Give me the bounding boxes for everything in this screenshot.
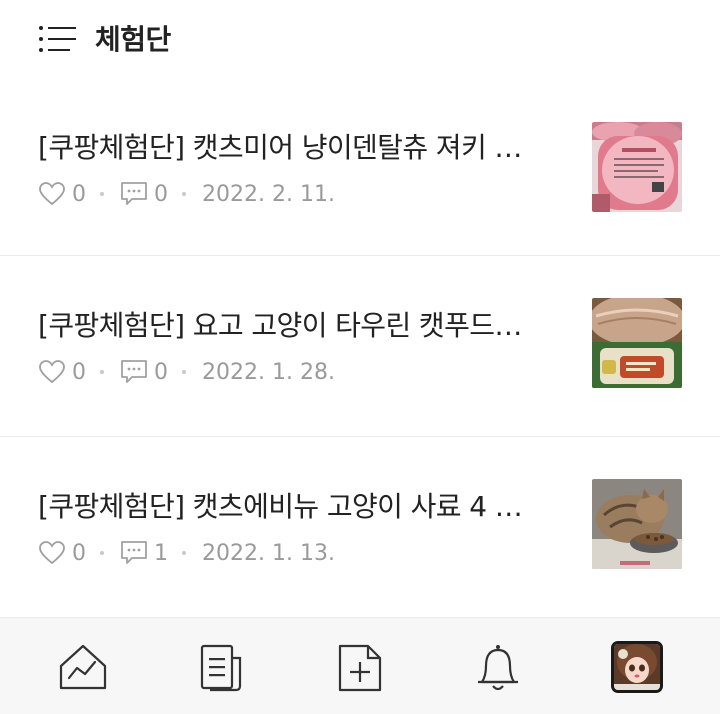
post-item[interactable]: [쿠팡체험단] 요고 고양이 타우린 캣푸드… 0 0 2022. 1. 28. xyxy=(0,256,720,437)
post-meta: 0 1 2022. 1. 13. xyxy=(38,538,335,568)
separator-dot xyxy=(100,370,104,374)
bottom-navigation xyxy=(0,617,720,714)
comment-count: 1 xyxy=(154,540,168,566)
post-title[interactable]: [쿠팡체험단] 캣츠에비뉴 고양이 사료 4 … xyxy=(38,485,568,525)
post-list: [쿠팡체험단] 캣츠미어 냥이덴탈츄 져키 … 0 0 2022. 2. 11. xyxy=(0,80,720,618)
like-count: 0 xyxy=(72,359,86,385)
heart-icon[interactable] xyxy=(38,359,66,385)
post-title[interactable]: [쿠팡체험단] 캣츠미어 냥이덴탈츄 져키 … xyxy=(38,126,568,166)
post-thumbnail[interactable] xyxy=(592,122,682,212)
post-thumbnail[interactable] xyxy=(592,479,682,569)
page-title: 체험단 xyxy=(95,23,171,56)
list-menu-icon[interactable] xyxy=(38,24,78,54)
comment-icon[interactable] xyxy=(120,181,148,207)
post-date: 2022. 1. 28. xyxy=(202,359,335,385)
avatar-image xyxy=(614,644,660,690)
separator-dot xyxy=(100,192,104,196)
post-title[interactable]: [쿠팡체험단] 요고 고양이 타우린 캣푸드… xyxy=(38,304,568,344)
separator-dot xyxy=(182,192,186,196)
post-item[interactable]: [쿠팡체험단] 캣츠에비뉴 고양이 사료 4 … 0 1 2022. 1. 13… xyxy=(0,437,720,618)
post-thumbnail[interactable] xyxy=(592,298,682,388)
stats-home-icon[interactable] xyxy=(57,642,109,694)
post-date: 2022. 2. 11. xyxy=(202,181,335,207)
notification-bell-icon[interactable] xyxy=(472,642,524,694)
new-post-icon[interactable] xyxy=(334,642,386,694)
post-date: 2022. 1. 13. xyxy=(202,540,335,566)
post-meta: 0 0 2022. 2. 11. xyxy=(38,179,335,209)
top-bar: 체험단 xyxy=(0,0,720,80)
separator-dot xyxy=(182,370,186,374)
separator-dot xyxy=(182,551,186,555)
heart-icon[interactable] xyxy=(38,181,66,207)
heart-icon[interactable] xyxy=(38,540,66,566)
posts-icon[interactable] xyxy=(196,642,248,694)
like-count: 0 xyxy=(72,181,86,207)
separator-dot xyxy=(100,551,104,555)
profile-avatar[interactable] xyxy=(611,641,663,693)
comment-icon[interactable] xyxy=(120,359,148,385)
comment-count: 0 xyxy=(154,359,168,385)
post-meta: 0 0 2022. 1. 28. xyxy=(38,357,335,387)
like-count: 0 xyxy=(72,540,86,566)
comment-count: 0 xyxy=(154,181,168,207)
post-item[interactable]: [쿠팡체험단] 캣츠미어 냥이덴탈츄 져키 … 0 0 2022. 2. 11. xyxy=(0,80,720,256)
comment-icon[interactable] xyxy=(120,540,148,566)
